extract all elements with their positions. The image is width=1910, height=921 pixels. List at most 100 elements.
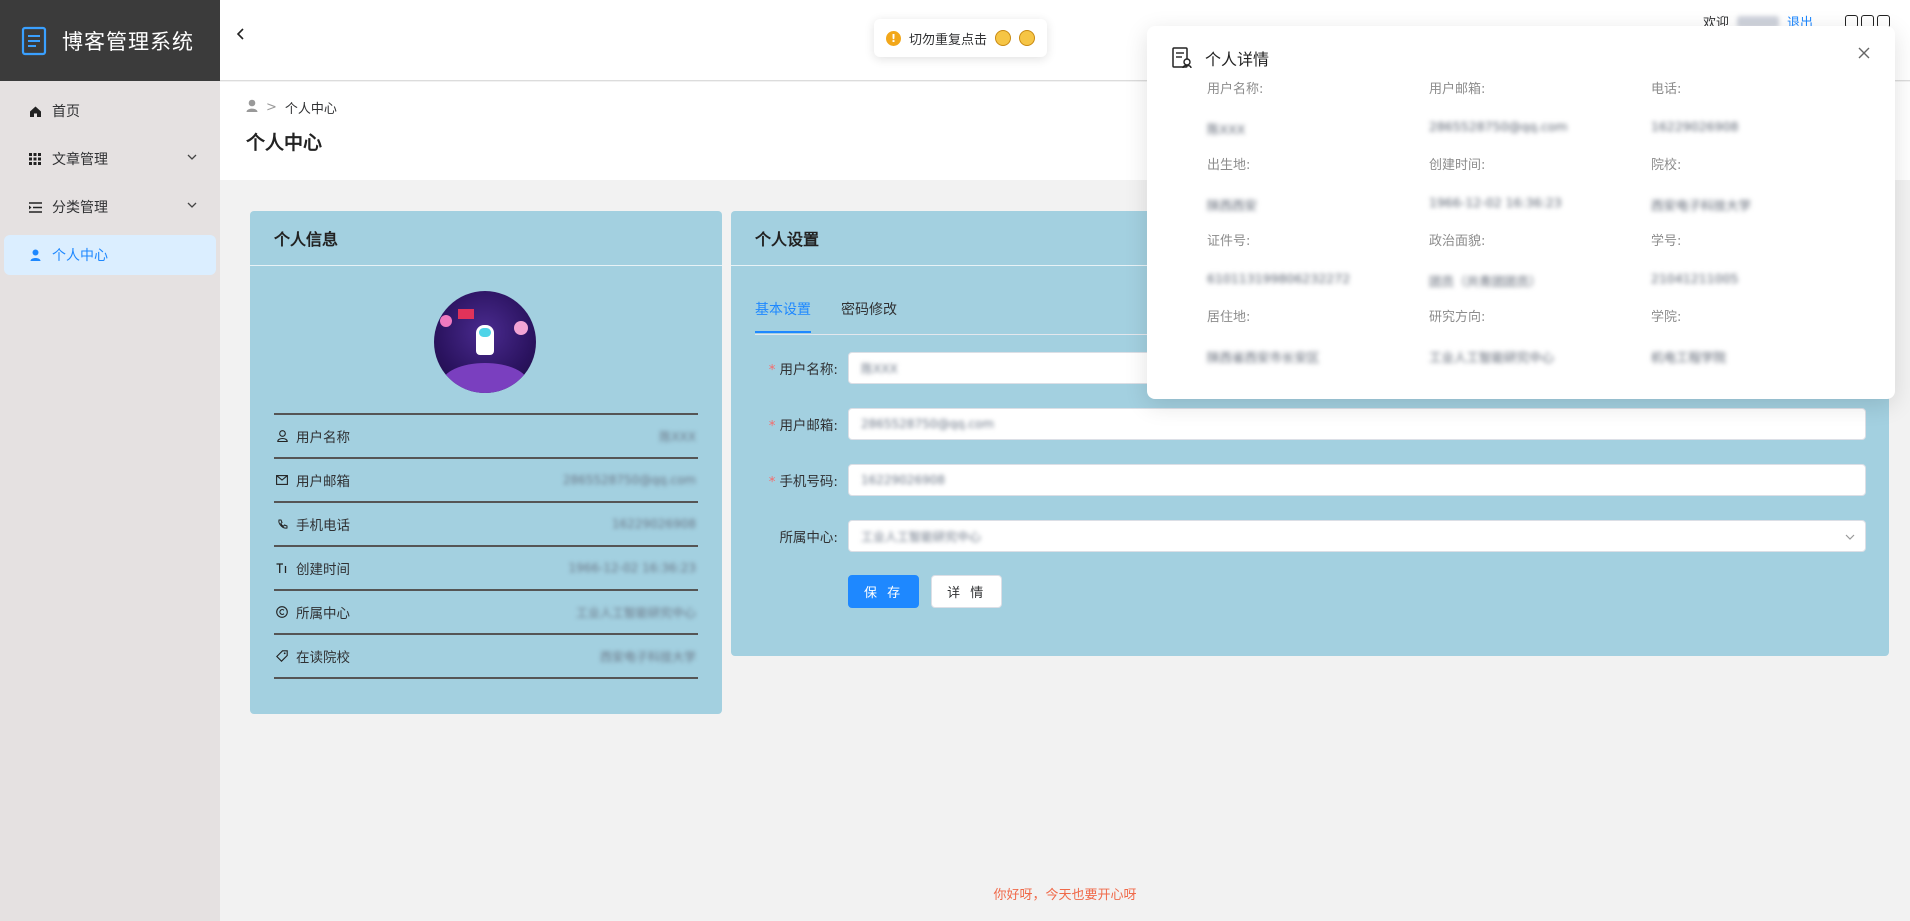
form-label: * 手机号码: [768, 474, 838, 490]
tag-icon [276, 650, 288, 662]
save-button[interactable]: 保 存 [848, 575, 920, 608]
form-row-phone: * 手机号码: 16229026908 [755, 464, 1866, 496]
profile-document-icon [1171, 46, 1193, 70]
form-label: * 用户邮箱: [768, 418, 838, 434]
sidebar-item-home[interactable]: 首页 [0, 87, 220, 135]
emoji-icon [995, 30, 1012, 46]
avatar-planet [514, 321, 528, 335]
emoji-icon [1019, 30, 1036, 46]
personal-info-card: 个人信息 用户名称 陈XXX 用户邮箱 2865528750@qq.com 手机… [250, 211, 722, 714]
breadcrumb: > 个人中心 [246, 98, 337, 117]
close-icon[interactable] [1857, 46, 1871, 60]
mail-icon [276, 474, 288, 486]
info-label: 在读院校 [296, 650, 350, 666]
detail-modal: 个人详情 用户名称: 陈XXX 用户邮箱: 2865528750@qq.com 电话… [1147, 26, 1895, 399]
list-item: 在读院校 西安电子科技大学 [274, 635, 698, 679]
detail-item: 证件号: 610113199806232272 [1207, 234, 1351, 286]
form-label: 所属中心: [779, 530, 838, 546]
detail-item: 出生地: 陕西西安 [1207, 158, 1258, 213]
list-item: 所属中心 工业人工智能研究中心 [274, 591, 698, 635]
detail-grid: 用户名称: 陈XXX 用户邮箱: 2865528750@qq.com 电话: 1622… [1207, 78, 1867, 382]
sidebar-item-label: 分类管理 [52, 200, 108, 216]
modal-header: 个人详情 [1171, 46, 1269, 70]
page-title: 个人中心 [246, 132, 323, 154]
info-label: 用户名称 [296, 430, 350, 446]
chevron-down-icon [1844, 531, 1855, 542]
sidebar-menu: 首页 文章管理 分类管理 个人中心 [0, 81, 220, 275]
sidebar-item-label: 首页 [52, 104, 80, 120]
phone-field[interactable]: 16229026908 [848, 464, 1866, 496]
warning-icon: ! [886, 30, 901, 46]
detail-item: 居住地: 陕西省西安市长安区 [1207, 310, 1320, 365]
sidebar-item-label: 文章管理 [52, 152, 108, 168]
list-item: 手机电话 16229026908 [274, 503, 698, 547]
detail-button[interactable]: 详 情 [931, 575, 1003, 608]
sidebar-item-profile[interactable]: 个人中心 [4, 235, 216, 275]
tab-password[interactable]: 密码修改 [841, 299, 897, 333]
info-label: 用户邮箱 [296, 474, 350, 490]
warning-toast: ! 切勿重复点击 [874, 19, 1048, 57]
detail-item: 研究方向: 工业人工智能研究中心 [1429, 310, 1555, 365]
detail-item: 用户名称: 陈XXX [1207, 82, 1264, 137]
info-value: 2865528750@qq.com [562, 473, 696, 487]
breadcrumb-current: 个人中心 [284, 102, 337, 117]
grid-icon [28, 152, 42, 166]
avatar-ground [442, 363, 528, 393]
info-label: 创建时间 [296, 562, 350, 578]
info-value: 陈XXX [659, 429, 696, 444]
list-item: 用户名称 陈XXX [274, 415, 698, 459]
detail-item: 政治面貌: 团员（共青团团员） [1429, 234, 1542, 289]
toast-message: 切勿重复点击 [909, 32, 988, 48]
phone-icon [276, 518, 288, 530]
detail-item: 电话: 16229026908 [1651, 82, 1739, 134]
home-icon [28, 104, 42, 118]
modal-title: 个人详情 [1205, 50, 1270, 69]
info-label: 手机电话 [296, 518, 350, 534]
detail-item: 院校: 西安电子科技大学 [1651, 158, 1752, 213]
user-icon[interactable] [246, 99, 258, 116]
form-actions: 保 存 详 情 [848, 575, 1003, 608]
detail-item: 学号: 21041211005 [1651, 234, 1739, 286]
info-value: 工业人工智能研究中心 [575, 605, 696, 620]
chevron-down-icon [186, 151, 198, 163]
list-item: 用户邮箱 2865528750@qq.com [274, 459, 698, 503]
detail-item: 创建时间: 1966-12-02 16:36:23 [1429, 158, 1562, 210]
sidebar-item-categories[interactable]: 分类管理 [0, 183, 220, 231]
user-outline-icon [276, 430, 288, 442]
app-title: 博客管理系统 [62, 29, 194, 54]
tab-basic-settings[interactable]: 基本设置 [755, 299, 811, 333]
sidebar: 博客管理系统 首页 文章管理 分类管理 个人中心 [0, 0, 220, 921]
info-value: 1966-12-02 16:36:23 [568, 561, 696, 575]
card-title: 个人信息 [250, 211, 722, 266]
detail-item: 用户邮箱: 2865528750@qq.com [1429, 82, 1568, 134]
form-row-email: * 用户邮箱: 2865528750@qq.com [755, 408, 1866, 440]
sidebar-item-articles[interactable]: 文章管理 [0, 135, 220, 183]
avatar-flag [458, 309, 474, 319]
avatar-visor [479, 328, 491, 337]
email-field[interactable]: 2865528750@qq.com [848, 408, 1866, 440]
copyright-icon [276, 606, 288, 618]
info-list: 用户名称 陈XXX 用户邮箱 2865528750@qq.com 手机电话 16… [274, 413, 698, 679]
form-row-center: 所属中心: 工业人工智能研究中心 [755, 520, 1866, 552]
footer-text: 你好呀，今天也要开心呀 [993, 888, 1137, 903]
document-icon [20, 25, 48, 57]
info-value: 西安电子科技大学 [599, 649, 696, 664]
avatar-planet [440, 315, 452, 327]
chevron-left-icon[interactable] [232, 26, 248, 42]
sidebar-item-label: 个人中心 [52, 248, 108, 264]
chevron-down-icon [186, 199, 198, 211]
list-icon [28, 200, 42, 214]
info-value: 16229026908 [612, 517, 696, 531]
breadcrumb-separator: > [266, 100, 277, 115]
text-icon [276, 562, 288, 574]
detail-item: 学院: 机电工程学院 [1651, 310, 1727, 365]
settings-tabs: 基本设置 密码修改 [755, 299, 897, 333]
center-select[interactable]: 工业人工智能研究中心 [848, 520, 1866, 552]
logo-bar: 博客管理系统 [0, 0, 220, 81]
user-icon [28, 248, 42, 262]
info-label: 所属中心 [296, 606, 350, 622]
avatar [434, 291, 536, 393]
form-label: * 用户名称: [768, 362, 838, 378]
tabs-divider [755, 334, 1175, 335]
list-item: 创建时间 1966-12-02 16:36:23 [274, 547, 698, 591]
